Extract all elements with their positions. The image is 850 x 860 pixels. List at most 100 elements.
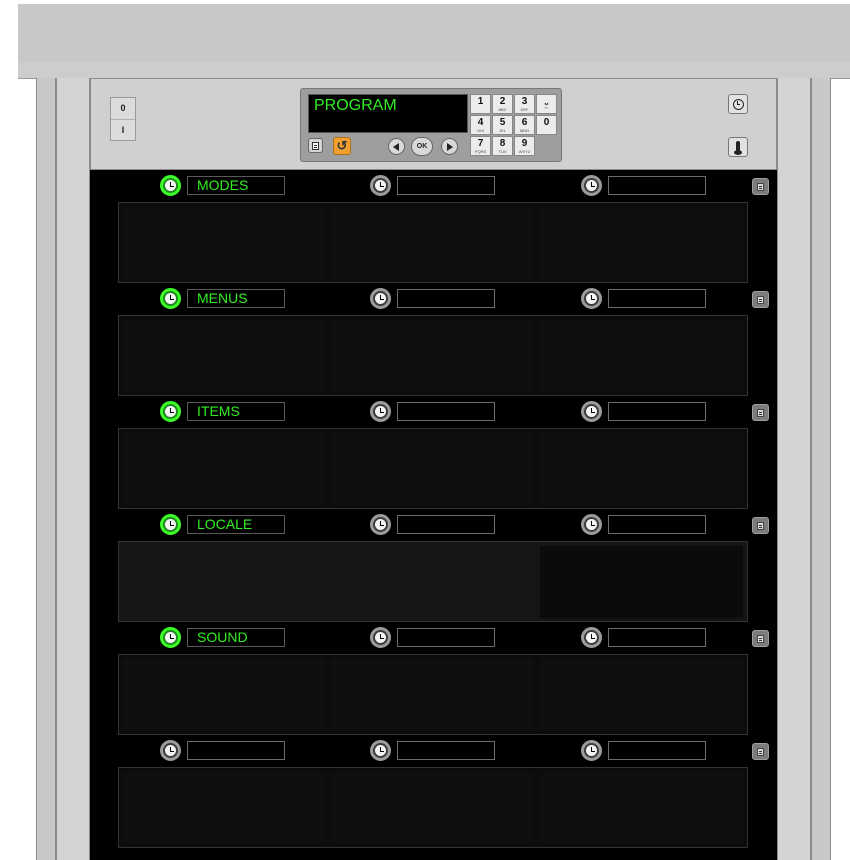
- right-inner-rail: [777, 78, 811, 860]
- lcd-display-text: PROGRAM: [314, 97, 397, 114]
- zone-timer-icon[interactable]: [370, 401, 391, 422]
- zone-timer-icon[interactable]: [160, 514, 181, 535]
- zone-label-field[interactable]: SOUND: [187, 628, 285, 647]
- zone-label-field[interactable]: [397, 515, 495, 534]
- temperature-button[interactable]: [728, 137, 748, 157]
- zone-label-field[interactable]: [187, 741, 285, 760]
- zone-timer-icon[interactable]: [370, 627, 391, 648]
- zone-label-field[interactable]: MODES: [187, 176, 285, 195]
- row-document-button[interactable]: [752, 517, 769, 534]
- bay-slot[interactable]: [123, 433, 325, 505]
- bay-slot[interactable]: [331, 433, 533, 505]
- bay-slot[interactable]: [331, 659, 533, 731]
- rack-bay: [118, 315, 748, 396]
- zone-label-field[interactable]: [608, 515, 706, 534]
- bay-slot[interactable]: [123, 546, 325, 618]
- row-document-button[interactable]: [752, 178, 769, 195]
- rack-bay: [118, 767, 748, 848]
- key-2[interactable]: 2 ABC: [492, 94, 513, 114]
- key-9[interactable]: 9 WXYZ: [514, 136, 535, 156]
- zone-label-field[interactable]: MENUS: [187, 289, 285, 308]
- timer-button[interactable]: [728, 94, 748, 114]
- zone-timer-icon[interactable]: [581, 514, 602, 535]
- row-document-button[interactable]: [752, 743, 769, 760]
- zone-label-field[interactable]: [608, 289, 706, 308]
- bay-slot[interactable]: [331, 207, 533, 279]
- bay-slot[interactable]: [123, 207, 325, 279]
- bay-slot[interactable]: [123, 659, 325, 731]
- zone-label-field[interactable]: [397, 741, 495, 760]
- undo-button[interactable]: ↺: [333, 137, 351, 155]
- zone-timer-icon[interactable]: [160, 627, 181, 648]
- row-document-button[interactable]: [752, 291, 769, 308]
- controller-document-button[interactable]: [308, 138, 323, 153]
- nav-left-button[interactable]: [388, 138, 405, 155]
- row-document-button[interactable]: [752, 630, 769, 647]
- key-0[interactable]: 0: [536, 115, 557, 135]
- bay-slot[interactable]: [540, 546, 743, 618]
- document-icon: [757, 634, 764, 643]
- zone-timer-icon[interactable]: [160, 740, 181, 761]
- undo-icon: ↺: [336, 138, 348, 153]
- zone-label-field[interactable]: [608, 402, 706, 421]
- bay-slot[interactable]: [540, 320, 743, 392]
- bay-slot[interactable]: [331, 772, 533, 844]
- arrow-left-icon: [393, 142, 399, 151]
- bay-slot[interactable]: [540, 659, 743, 731]
- bay-slot[interactable]: [540, 207, 743, 279]
- clock-icon: [732, 98, 744, 110]
- key-6[interactable]: 6 MNO: [514, 115, 535, 135]
- key-7[interactable]: 7 PQRS: [470, 136, 491, 156]
- zone-label-field[interactable]: [397, 289, 495, 308]
- keypad-blank: [536, 136, 557, 156]
- row-document-button[interactable]: [752, 404, 769, 421]
- bay-slot[interactable]: [331, 546, 533, 618]
- zone-timer-icon[interactable]: [370, 288, 391, 309]
- key-4[interactable]: 4 GHI: [470, 115, 491, 135]
- key-3[interactable]: 3 DEF: [514, 94, 535, 114]
- zone-timer-icon[interactable]: [370, 740, 391, 761]
- zone-label-field[interactable]: [397, 402, 495, 421]
- document-icon: [757, 182, 764, 191]
- ok-button[interactable]: OK: [411, 137, 433, 156]
- zone-timer-icon[interactable]: [160, 401, 181, 422]
- zone-label-field[interactable]: [608, 176, 706, 195]
- zone-timer-icon[interactable]: [581, 627, 602, 648]
- key-8[interactable]: 8 TUV: [492, 136, 513, 156]
- bay-slot[interactable]: [123, 320, 325, 392]
- lcd-display: PROGRAM: [308, 94, 468, 133]
- rack-bay: [118, 428, 748, 509]
- zone-label-field[interactable]: [397, 628, 495, 647]
- cabinet-top-lip: [18, 62, 850, 79]
- key-5[interactable]: 5 JKL: [492, 115, 513, 135]
- bay-slot[interactable]: [540, 772, 743, 844]
- document-icon: [757, 747, 764, 756]
- left-inner-rail: [56, 78, 90, 860]
- key-1[interactable]: 1: [470, 94, 491, 114]
- left-outer-rail: [36, 78, 56, 860]
- zone-timer-icon[interactable]: [160, 288, 181, 309]
- bay-slot[interactable]: [123, 772, 325, 844]
- document-icon: [757, 408, 764, 417]
- zone-timer-icon[interactable]: [581, 401, 602, 422]
- nav-right-button[interactable]: [441, 138, 458, 155]
- power-switch[interactable]: 0 I: [110, 97, 136, 141]
- zone-timer-icon[interactable]: [370, 514, 391, 535]
- zone-timer-icon[interactable]: [370, 175, 391, 196]
- zone-label-field[interactable]: [608, 628, 706, 647]
- key-space[interactable]: ⎵ +/-: [536, 94, 557, 114]
- power-on-label: I: [111, 119, 135, 141]
- zone-label-field[interactable]: ITEMS: [187, 402, 285, 421]
- bay-slot[interactable]: [331, 320, 533, 392]
- zone-timer-icon[interactable]: [581, 288, 602, 309]
- bay-slot[interactable]: [540, 433, 743, 505]
- zone-timer-icon[interactable]: [581, 175, 602, 196]
- keypad: 1 2 ABC 3 DEF ⎵ +/- 4 GHI 5 JKL 6 MNO 0 7 PQRS …: [470, 94, 558, 158]
- ok-label: OK: [416, 143, 428, 150]
- document-icon: [757, 521, 764, 530]
- zone-label-field[interactable]: [608, 741, 706, 760]
- zone-label-field[interactable]: LOCALE: [187, 515, 285, 534]
- zone-timer-icon[interactable]: [160, 175, 181, 196]
- zone-timer-icon[interactable]: [581, 740, 602, 761]
- zone-label-field[interactable]: [397, 176, 495, 195]
